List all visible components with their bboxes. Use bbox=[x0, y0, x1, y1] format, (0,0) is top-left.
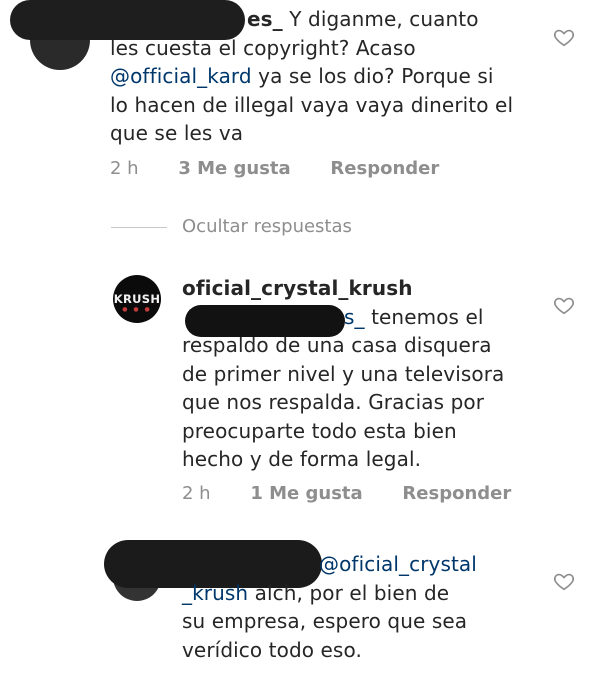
comment-time: 2 h bbox=[110, 158, 139, 179]
comment-meta: 2 h 3 Me gusta Responder bbox=[110, 158, 439, 179]
likes-count[interactable]: 1 Me gusta bbox=[250, 483, 362, 504]
reply-button[interactable]: Responder bbox=[330, 158, 439, 179]
hide-replies-button[interactable]: Ocultar respuestas bbox=[182, 216, 352, 237]
reply-time: 2 h bbox=[182, 483, 211, 504]
reply-text: @oficial_crystal _krush alch, por el bie… bbox=[182, 552, 477, 662]
like-heart-icon[interactable] bbox=[553, 570, 575, 592]
mention-link[interactable]: @oficial_crystal bbox=[319, 552, 477, 576]
thread-divider-line bbox=[111, 227, 167, 228]
redacted-mention bbox=[185, 305, 345, 337]
comment-username[interactable]: es_ bbox=[247, 7, 283, 31]
mention-link[interactable]: @official_kard bbox=[110, 64, 252, 88]
reply-button[interactable]: Responder bbox=[402, 483, 511, 504]
reply-username[interactable]: oficial_crystal_krush bbox=[182, 274, 552, 303]
comment-text: es_ Y diganme, cuanto les cuesta el copy… bbox=[110, 7, 514, 145]
like-heart-icon[interactable] bbox=[553, 26, 575, 48]
crystal-krush-avatar[interactable]: KRUSH ● ● ● bbox=[113, 275, 161, 323]
mention-link[interactable]: _krush bbox=[182, 581, 248, 605]
like-heart-icon[interactable] bbox=[553, 294, 575, 316]
reply-meta: 2 h 1 Me gusta Responder bbox=[182, 483, 511, 504]
likes-count[interactable]: 3 Me gusta bbox=[178, 158, 290, 179]
reply-text: oficial_crystal_krush s_ tenemos el resp… bbox=[182, 274, 552, 474]
